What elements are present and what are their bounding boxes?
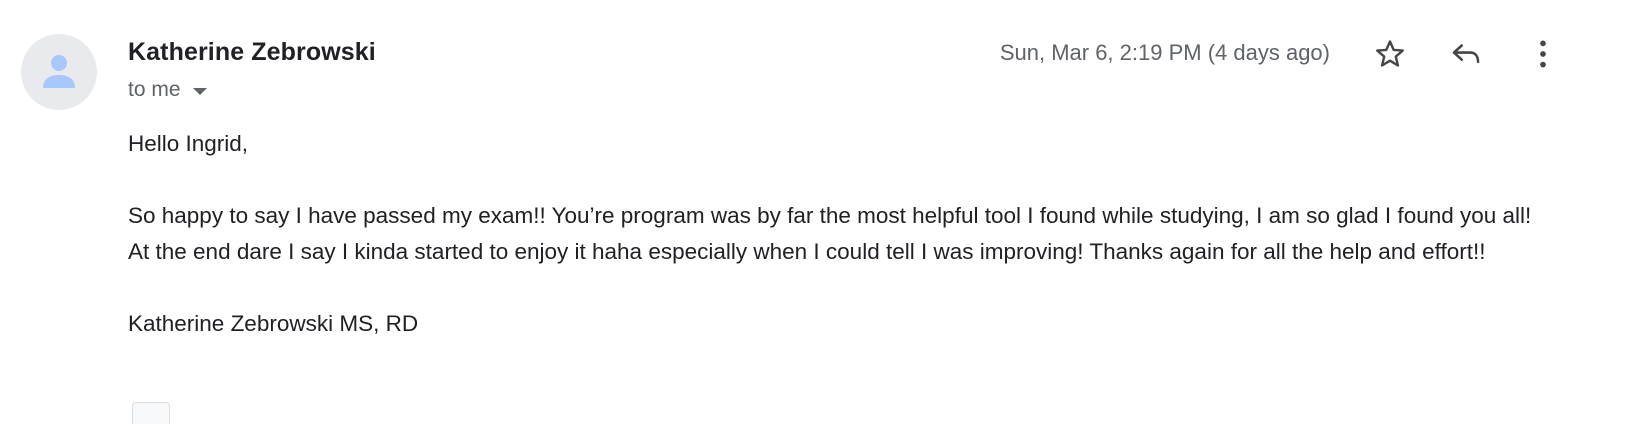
chevron-down-icon	[192, 88, 207, 95]
more-options-button[interactable]	[1521, 32, 1565, 76]
star-outline-icon	[1376, 40, 1404, 67]
message-paragraph: So happy to say I have passed my exam!! …	[128, 203, 1532, 264]
message-body: Hello Ingrid, So happy to say I have pas…	[128, 126, 1548, 378]
email-message: Katherine Zebrowski to me Sun, Mar 6, 2:…	[0, 0, 1640, 424]
partial-element-bottom	[132, 402, 170, 424]
person-icon	[43, 55, 75, 88]
reply-button[interactable]	[1444, 32, 1488, 76]
message-date: Sun, Mar 6, 2:19 PM (4 days ago)	[999, 40, 1330, 65]
recipient-details-toggle[interactable]: to me	[128, 78, 207, 102]
sender-avatar[interactable]	[21, 34, 97, 110]
recipient-label: to me	[128, 78, 181, 101]
star-button[interactable]	[1368, 32, 1412, 76]
reply-icon	[1452, 44, 1480, 64]
message-signature: Katherine Zebrowski MS, RD	[128, 311, 419, 336]
message-greeting: Hello Ingrid,	[128, 131, 249, 156]
more-vertical-icon	[1540, 40, 1546, 68]
sender-name[interactable]: Katherine Zebrowski	[128, 38, 376, 67]
